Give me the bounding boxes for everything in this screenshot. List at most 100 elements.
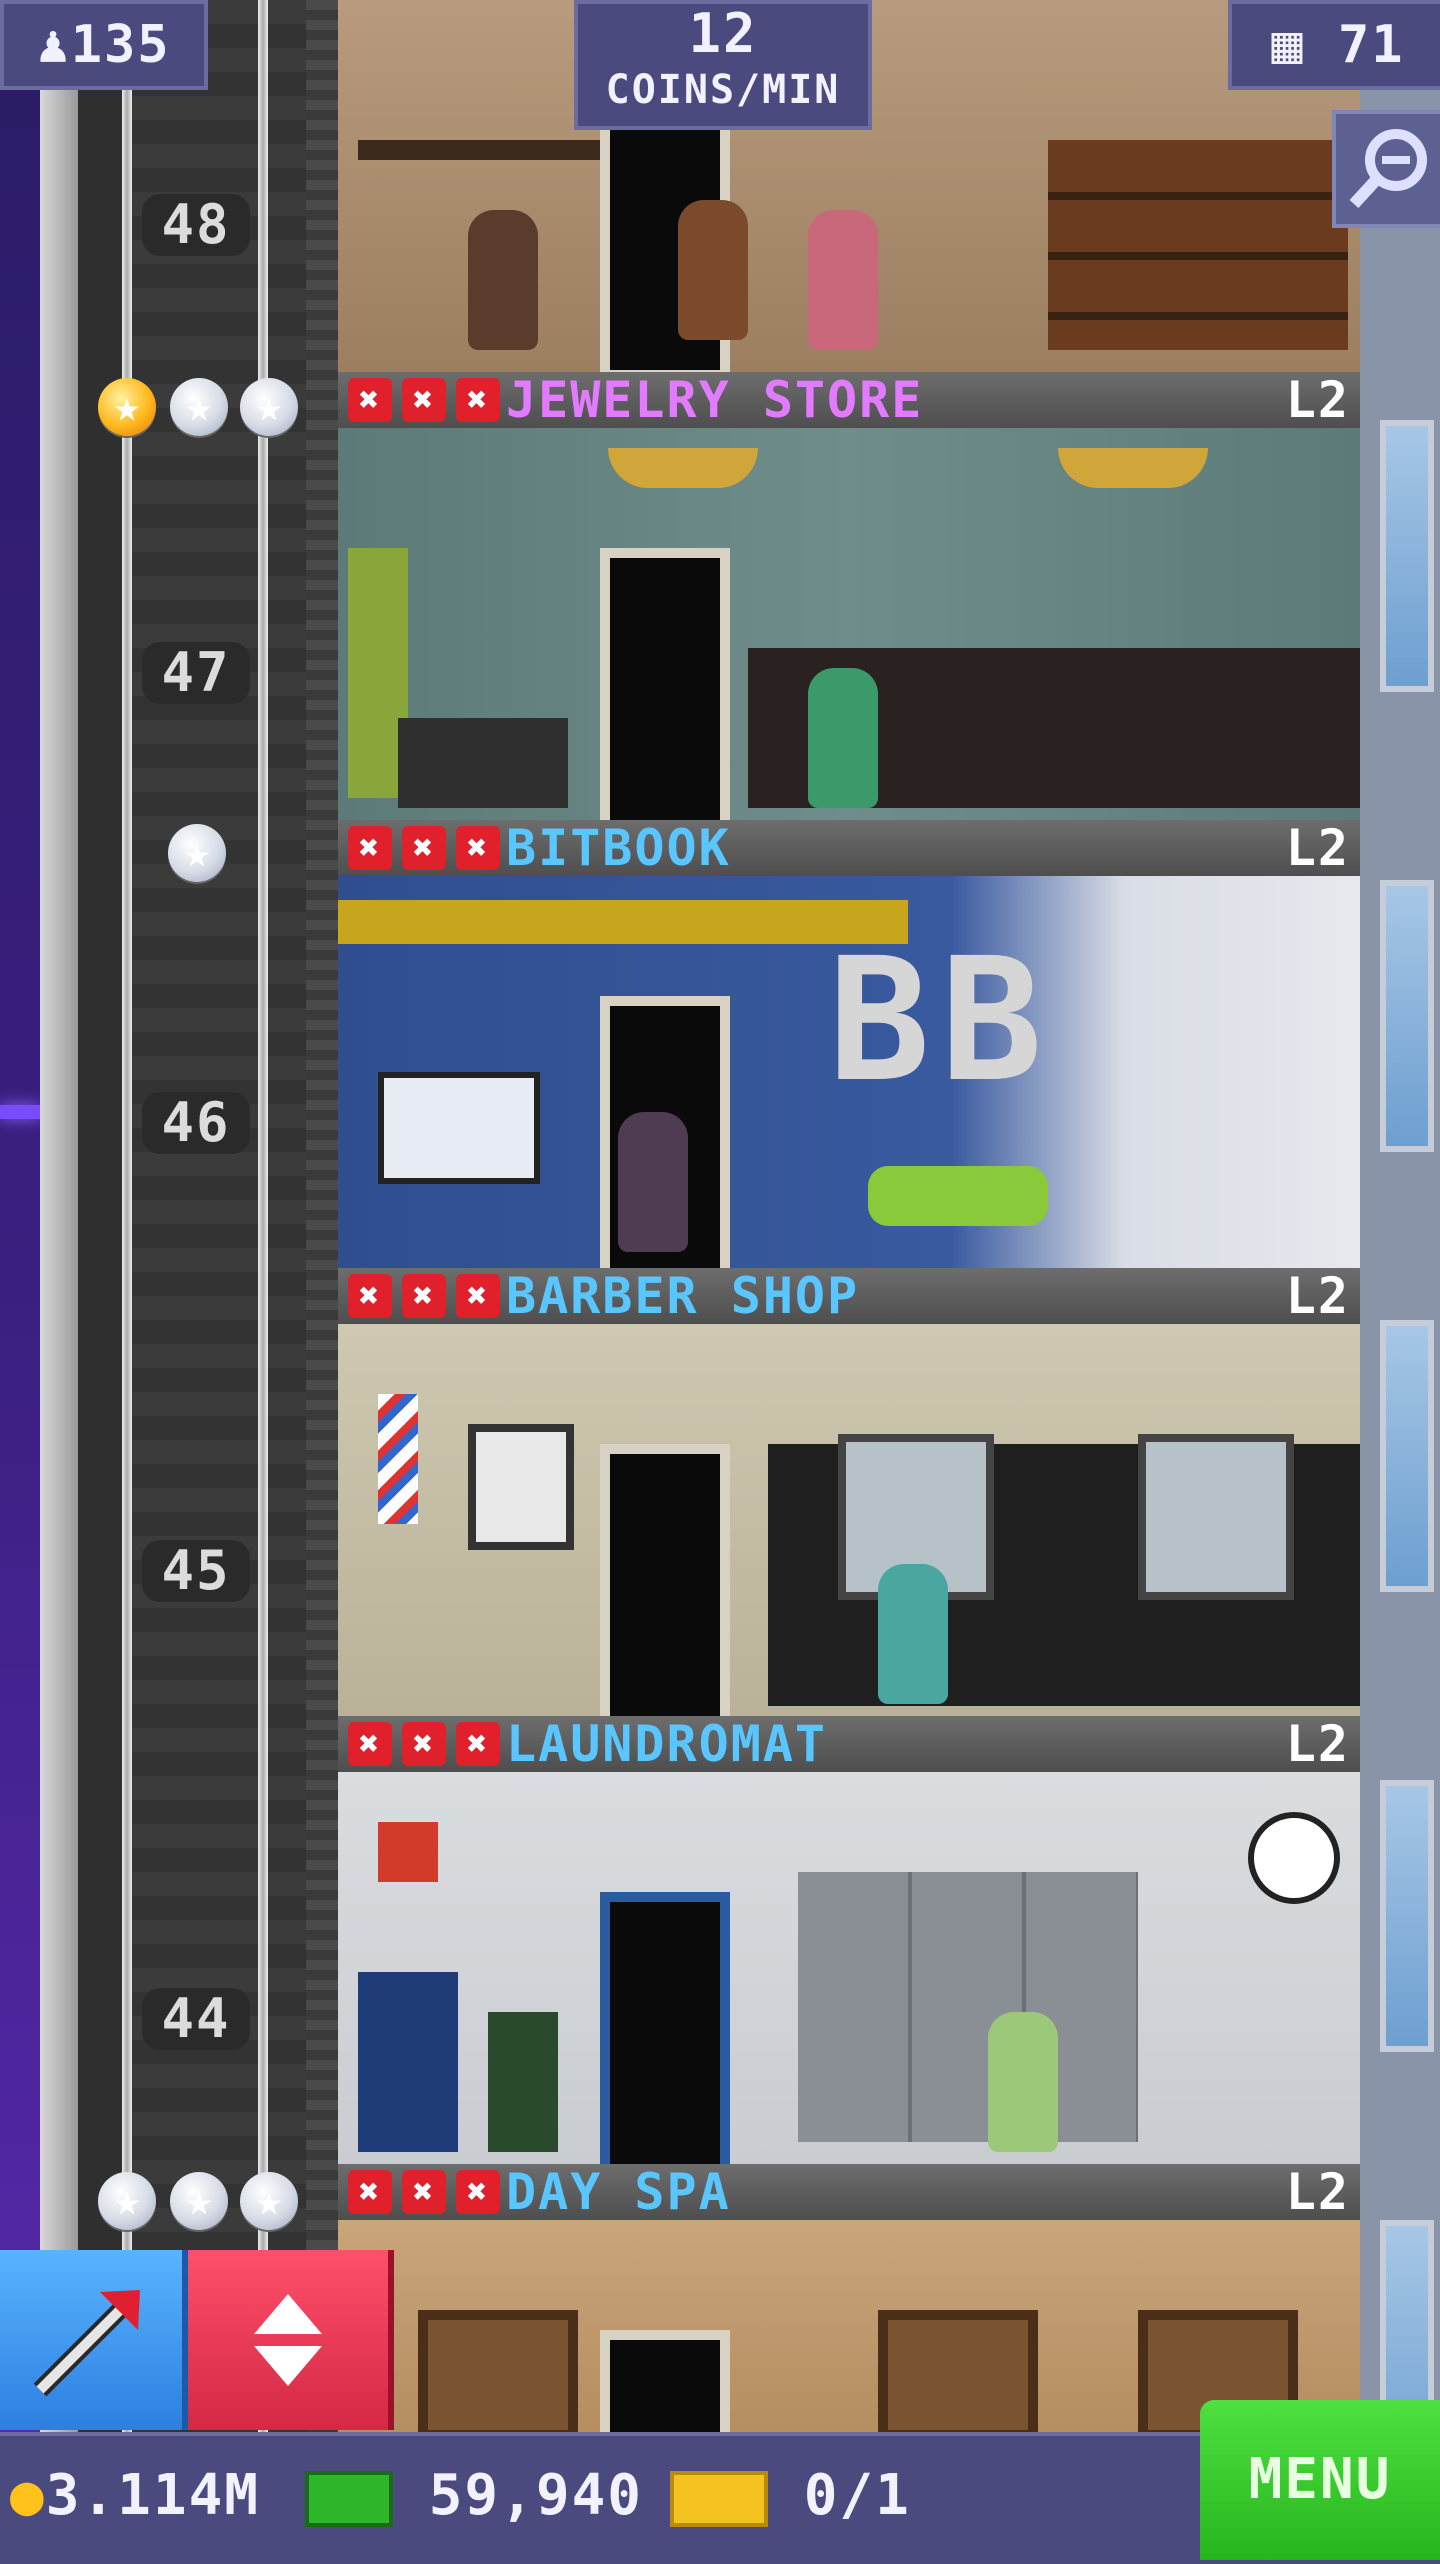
stock-empty-icon: ✖ — [402, 378, 446, 422]
floor-banner-laundromat[interactable]: ✖ ✖ ✖ LAUNDROMAT L2 — [338, 1716, 1360, 1772]
no-smoking-sign — [378, 1822, 438, 1882]
stock-empty-icon: ✖ — [348, 378, 392, 422]
stock-empty-icon: ✖ — [348, 2170, 392, 2214]
floor-level: L2 — [1285, 371, 1350, 429]
elevator-updown-icon — [254, 2294, 322, 2386]
floor-banner-barber-shop[interactable]: ✖ ✖ ✖ BARBER SHOP L2 — [338, 1268, 1360, 1324]
resident-character[interactable] — [988, 2012, 1058, 2152]
bookshelf — [1048, 140, 1348, 350]
shaft-floor-number: 46 — [142, 1092, 250, 1154]
coins-rate-value: 12 — [688, 2, 758, 65]
room-door — [600, 1444, 730, 1726]
floor-room-jewelry-store[interactable] — [338, 428, 1360, 830]
shelf — [358, 140, 608, 160]
stock-empty-icon: ✖ — [402, 1722, 446, 1766]
ticket-icon — [670, 2470, 768, 2527]
coins-value: 3.114M — [45, 2463, 261, 2528]
wall-clocks — [1118, 976, 1318, 1036]
population-counter[interactable]: ♟135 — [0, 0, 208, 90]
up-arrow-icon — [33, 2290, 140, 2397]
resident-character[interactable] — [618, 1112, 688, 1252]
stock-empty-icon: ✖ — [402, 2170, 446, 2214]
stock-empty-icon: ✖ — [456, 826, 500, 870]
floor-name: JEWELRY STORE — [506, 371, 924, 429]
wall-painting — [418, 2310, 578, 2440]
tickets-value: 0/1 — [803, 2463, 911, 2528]
floor-level: L2 — [1285, 2163, 1350, 2221]
menu-button[interactable]: MENU — [1200, 2400, 1440, 2560]
mirror — [1138, 1434, 1294, 1600]
shaft-floor-number: 48 — [142, 194, 250, 256]
shaft-floor-number: 45 — [142, 1540, 250, 1602]
construction-worker-character[interactable] — [678, 200, 748, 340]
bux-value: 59,940 — [428, 2463, 644, 2528]
stock-empty-icon: ✖ — [348, 826, 392, 870]
stock-empty-icon: ✖ — [348, 1722, 392, 1766]
ceiling-duct — [338, 900, 908, 944]
go-to-top-button[interactable] — [0, 2250, 188, 2430]
floor-name: LAUNDROMAT — [506, 1715, 828, 1773]
floor-level: L2 — [1285, 819, 1350, 877]
building-icon: ▦ — [1271, 15, 1305, 75]
floor-level: L2 — [1285, 1267, 1350, 1325]
wall-painting — [878, 2310, 1038, 2440]
stock-empty-icon: ✖ — [402, 1274, 446, 1318]
shaft-rail-right — [306, 0, 340, 2560]
resident-character[interactable] — [808, 210, 878, 350]
chandelier — [608, 448, 758, 488]
floor-name: BITBOOK — [506, 819, 731, 877]
star-icon: ★ — [168, 824, 226, 882]
shaft-rail-left — [40, 0, 78, 2560]
zoom-out-button[interactable] — [1332, 110, 1440, 228]
coins-rate-panel[interactable]: 12 COINS/MIN — [574, 0, 872, 130]
stock-empty-icon: ✖ — [348, 1274, 392, 1318]
vending-machine — [358, 1972, 458, 2152]
glow-marker — [0, 1105, 40, 1119]
floors-value: 71 — [1338, 15, 1405, 75]
bux-balance[interactable]: 59,940 — [305, 2448, 643, 2544]
stock-empty-icon: ✖ — [456, 2170, 500, 2214]
washing-machines — [798, 1872, 1138, 2142]
resident-character[interactable] — [468, 210, 538, 350]
chandelier — [1058, 448, 1208, 488]
floor-room-laundromat[interactable] — [338, 1772, 1360, 2174]
exterior-window — [1380, 880, 1434, 1152]
floor-banner-jewelry-store[interactable]: ✖ ✖ ✖ JEWELRY STORE L2 — [338, 372, 1360, 428]
shaft-floor-number: 47 — [142, 642, 250, 704]
display-case — [398, 718, 568, 808]
wall-poster — [468, 1424, 574, 1550]
star-icon: ★ — [98, 2172, 156, 2230]
resident-character[interactable] — [878, 1564, 948, 1704]
floors-counter[interactable]: ▦ 71 — [1228, 0, 1440, 90]
person-icon: ♟ — [37, 15, 71, 75]
change-machine — [488, 2012, 558, 2152]
zoom-out-icon — [1349, 129, 1427, 209]
coin-icon: ● — [10, 2463, 46, 2528]
stock-empty-icon: ✖ — [402, 826, 446, 870]
stock-empty-icon: ✖ — [456, 1274, 500, 1318]
chart-screen — [378, 1072, 540, 1184]
exterior-window — [1380, 420, 1434, 692]
floor-room-bitbook[interactable]: BB — [338, 876, 1360, 1278]
elevator-button[interactable] — [188, 2250, 394, 2430]
room-door — [600, 1892, 730, 2174]
star-icon: ★ — [170, 2172, 228, 2230]
tickets-balance[interactable]: 0/1 — [670, 2448, 911, 2544]
floor-level: L2 — [1285, 1715, 1350, 1773]
floor-banner-day-spa[interactable]: ✖ ✖ ✖ DAY SPA L2 — [338, 2164, 1360, 2220]
couch — [868, 1166, 1048, 1226]
population-value: 135 — [70, 15, 171, 75]
bitbook-logo: BB — [828, 922, 1053, 1120]
coins-rate-unit: COINS/MIN — [605, 67, 841, 113]
resident-character[interactable] — [808, 668, 878, 808]
coins-balance[interactable]: ●3.114M — [10, 2448, 260, 2544]
exterior-window — [1380, 1780, 1434, 2052]
floor-banner-bitbook[interactable]: ✖ ✖ ✖ BITBOOK L2 — [338, 820, 1360, 876]
floor-name: BARBER SHOP — [506, 1267, 860, 1325]
building-exterior — [1360, 0, 1440, 2560]
floor-room-barber-shop[interactable] — [338, 1324, 1360, 1726]
room-door — [600, 548, 730, 830]
stock-empty-icon: ✖ — [456, 1722, 500, 1766]
barber-pole — [378, 1394, 418, 1524]
bux-icon — [305, 2470, 393, 2527]
